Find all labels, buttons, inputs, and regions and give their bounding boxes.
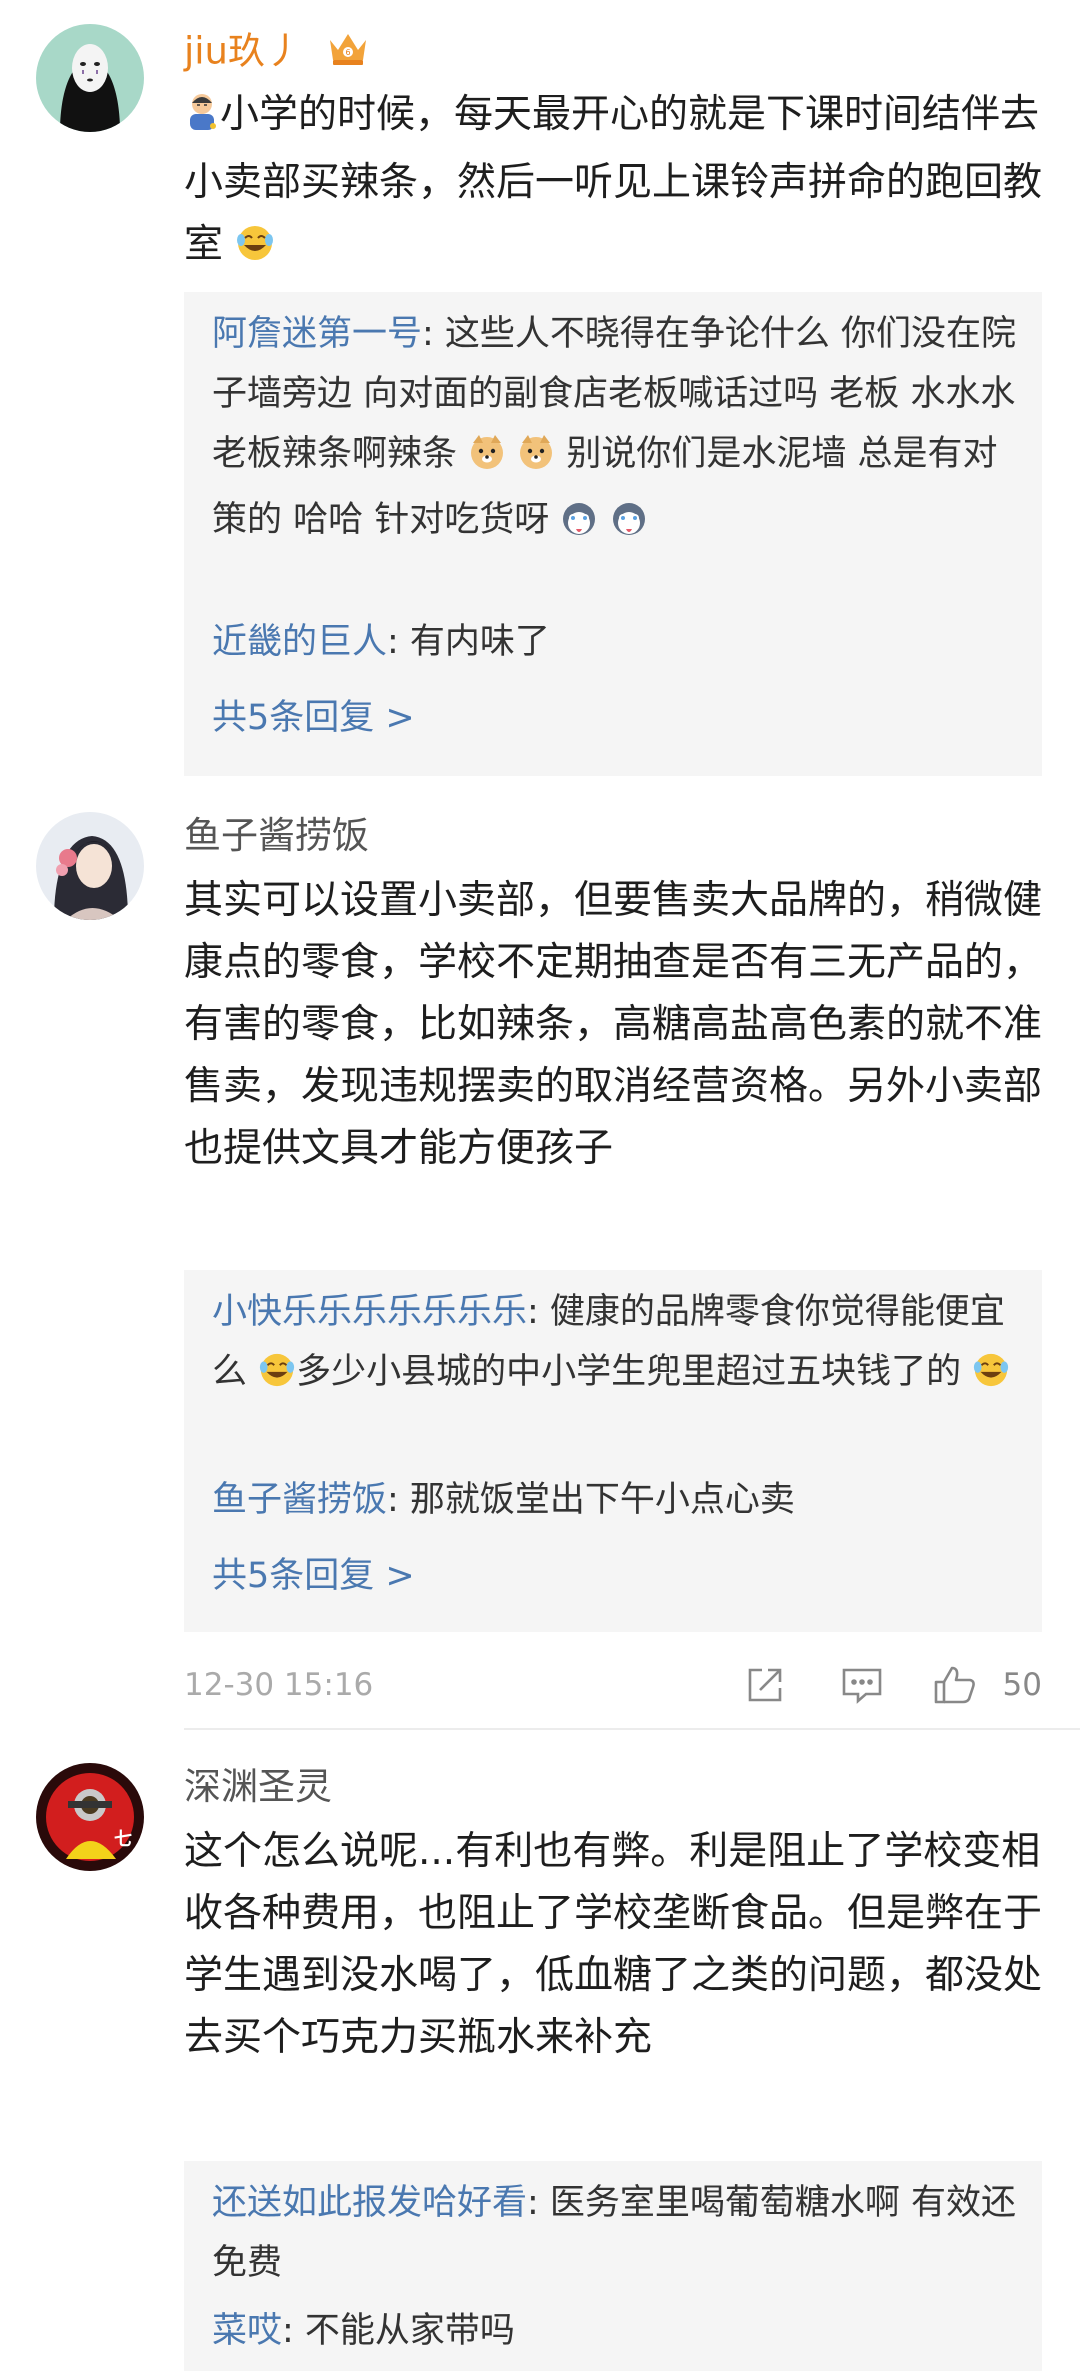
comment-text: 这个怎么说呢...有利也有弊。利是阻止了学校变相收各种费用，也阻止了学校垄断食品… <box>184 1829 1043 2060</box>
laughing-tears-emoji-icon <box>258 1348 296 1408</box>
doge-emoji-icon <box>517 430 555 490</box>
husky-emoji-icon <box>610 496 648 556</box>
reply-1[interactable]: 阿詹迷第一号: 这些人不晓得在争论什么 你们没在院子墙旁边 向对面的副食店老板喊… <box>212 304 1017 556</box>
laughing-tears-emoji-icon <box>235 220 275 282</box>
thumbs-up-icon[interactable] <box>932 1664 978 1710</box>
reply-author[interactable]: 小快乐乐乐乐乐乐乐 <box>212 1292 527 1332</box>
comment-text-a: 小学的时候，每天最开心的就是下课时间结伴去小卖部买辣条，然后一听见上课铃声拼命的… <box>184 92 1043 267</box>
like-count: 50 <box>1002 1667 1042 1703</box>
more-replies-link[interactable]: 共5条回复 > <box>212 1554 415 1598</box>
comment-text: 小学的时候，每天最开心的就是下课时间结伴去小卖部买辣条，然后一听见上课铃声拼命的… <box>184 84 1044 282</box>
comment-1: jiu玖丿 6 小学的时候，每天最开心的就是下课时间结伴去小卖部买辣条，然后一听… <box>0 0 1080 780</box>
reply-box: 还送如此报发哈好看: 医务室里喝葡萄糖水啊 有效还免费 菜哎: 不能从家带吗 <box>184 2161 1042 2371</box>
reply-2[interactable]: 菜哎: 不能从家带吗 <box>212 2301 1017 2361</box>
reply-author[interactable]: 还送如此报发哈好看 <box>212 2183 527 2223</box>
reply-2[interactable]: 鱼子酱捞饭: 那就饭堂出下午小点心卖 <box>212 1470 1017 1530</box>
reply-author[interactable]: 鱼子酱捞饭 <box>212 1480 387 1520</box>
reply-author[interactable]: 菜哎 <box>212 2311 282 2351</box>
reply-author[interactable]: 近畿的巨人 <box>212 622 387 662</box>
username[interactable]: jiu玖丿 6 <box>184 28 370 78</box>
reply-1[interactable]: 还送如此报发哈好看: 医务室里喝葡萄糖水啊 有效还免费 <box>212 2173 1017 2293</box>
reply-text-b: 多少小县城的中小学生兜里超过五块钱了的 <box>296 1352 962 1392</box>
avatar[interactable] <box>36 24 144 132</box>
husky-emoji-icon <box>560 496 598 556</box>
comment-2: 鱼子酱捞饭 其实可以设置小卖部，但要售卖大品牌的，稍微健康点的零食，学校不定期抽… <box>0 800 1080 1760</box>
username[interactable]: 鱼子酱捞饭 <box>184 814 369 858</box>
reply-text: : 有内味了 <box>387 622 550 662</box>
username[interactable]: 深渊圣灵 <box>184 1765 332 1809</box>
reply-author[interactable]: 阿詹迷第一号 <box>212 314 422 354</box>
reply-box: 小快乐乐乐乐乐乐乐: 健康的品牌零食你觉得能便宜么 多少小县城的中小学生兜里超过… <box>184 1270 1042 1632</box>
divider <box>184 1728 1080 1730</box>
comment-icon[interactable] <box>840 1664 884 1710</box>
svg-text:七: 七 <box>114 1829 132 1850</box>
share-icon[interactable] <box>744 1664 786 1710</box>
doge-emoji-icon <box>468 430 506 490</box>
svg-text:6: 6 <box>345 48 350 57</box>
reply-2[interactable]: 近畿的巨人: 有内味了 <box>212 612 1017 672</box>
comment-text: 其实可以设置小卖部，但要售卖大品牌的，稍微健康点的零食，学校不定期抽查是否有三无… <box>184 878 1043 1171</box>
username-text[interactable]: jiu玖丿 <box>184 30 302 73</box>
laughing-tears-emoji-icon <box>972 1348 1010 1408</box>
sleeping-emoji-icon <box>184 90 220 152</box>
crown-badge-icon: 6 <box>326 28 370 78</box>
reply-1[interactable]: 小快乐乐乐乐乐乐乐: 健康的品牌零食你觉得能便宜么 多少小县城的中小学生兜里超过… <box>212 1282 1017 1408</box>
timestamp: 12-30 15:16 <box>184 1667 374 1703</box>
avatar[interactable]: 七 <box>36 1763 144 1871</box>
comment-3: 七 深渊圣灵 这个怎么说呢...有利也有弊。利是阻止了学校变相收各种费用，也阻止… <box>0 1745 1080 2371</box>
avatar[interactable] <box>36 812 144 920</box>
reply-text: : 不能从家带吗 <box>282 2311 515 2351</box>
reply-text: : 那就饭堂出下午小点心卖 <box>387 1480 795 1520</box>
more-replies-link[interactable]: 共5条回复 > <box>212 696 415 740</box>
comment-meta-bar: 12-30 15:16 50 <box>184 1660 1042 1710</box>
reply-box: 阿詹迷第一号: 这些人不晓得在争论什么 你们没在院子墙旁边 向对面的副食店老板喊… <box>184 292 1042 776</box>
